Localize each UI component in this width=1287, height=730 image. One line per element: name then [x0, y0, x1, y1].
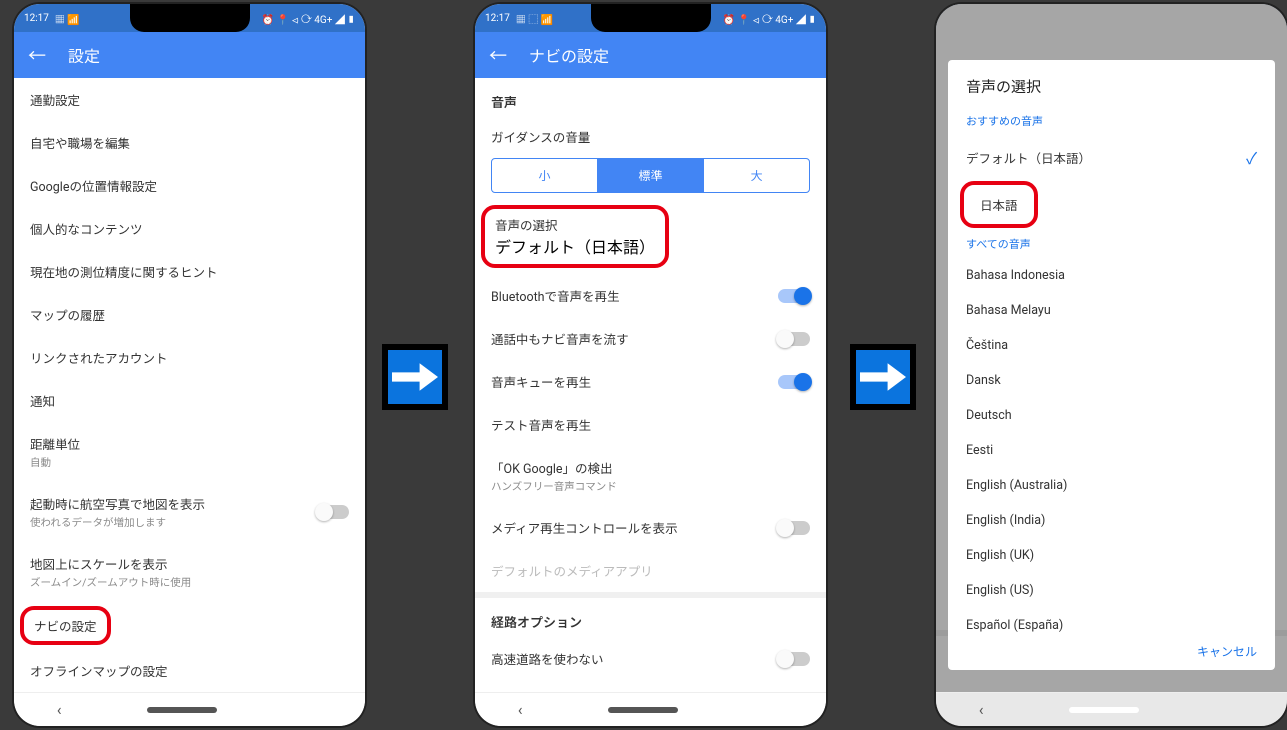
row-navi-settings[interactable]: ナビの設定 [34, 616, 97, 635]
nav-back-icon[interactable]: ‹ [57, 700, 62, 719]
nav-home-pill[interactable] [1069, 707, 1139, 713]
section-recommended: おすすめの音声 [948, 107, 1275, 135]
status-icons-left: ▦ ⬚ 📶 [516, 11, 553, 26]
status-time: 12:17 [485, 13, 510, 24]
toggle-bluetooth[interactable] [778, 289, 810, 303]
volume-segmented: 小 標準 大 [491, 158, 810, 193]
row-avoid-highways[interactable]: 高速道路を使わない [475, 637, 826, 680]
back-button[interactable]: ← [489, 42, 507, 68]
section-audio: 音声 [475, 78, 826, 117]
voice-japanese[interactable]: 日本語 [974, 191, 1024, 218]
toggle-highways[interactable] [778, 652, 810, 666]
guidance-volume-label: ガイダンスの音量 [475, 117, 826, 152]
status-icons-right: ⏰ 📍 ⏿ ⟳ 4G+ ◢ ▮ [723, 11, 816, 26]
modal-backdrop[interactable]: 音声の選択 おすすめの音声 デフォルト（日本語） ✓ 日本語 すべての音声 Ba… [936, 4, 1287, 726]
voice-item[interactable]: Dansk [948, 363, 1275, 398]
row-location-accuracy[interactable]: 現在地の測位精度に関するヒント [14, 250, 365, 293]
system-nav: ‹ [936, 692, 1287, 726]
section-route: 経路オプション [475, 598, 826, 637]
voice-list[interactable]: おすすめの音声 デフォルト（日本語） ✓ 日本語 すべての音声 Bahasa I… [948, 107, 1275, 633]
seg-standard[interactable]: 標準 [597, 159, 703, 192]
status-icons-left: ▦ 📶 [55, 11, 80, 26]
notch [130, 4, 250, 32]
back-button[interactable]: ← [28, 42, 46, 68]
app-bar: ← 設定 [14, 32, 365, 78]
notch [591, 4, 711, 32]
status-icons-right: ⏰ 📍 ⏿ ⟳ 4G+ ◢ ▮ [262, 11, 355, 26]
check-icon: ✓ [1246, 145, 1257, 169]
row-commute[interactable]: 通勤設定 [14, 78, 365, 121]
voice-item[interactable]: Español (España) [948, 608, 1275, 633]
highlight-voice-select: 音声の選択 デフォルト（日本語） [481, 205, 669, 268]
row-google-location[interactable]: Googleの位置情報設定 [14, 164, 365, 207]
status-time: 12:17 [24, 13, 49, 24]
row-audio-during-call[interactable]: 通話中もナビ音声を流す [475, 317, 826, 360]
status-bar: 12:17 ▦ 📶 ⏰ 📍 ⏿ ⟳ 4G+ ◢ ▮ [14, 4, 365, 32]
cancel-button[interactable]: キャンセル [1197, 645, 1257, 659]
voice-item[interactable]: Čeština [948, 328, 1275, 363]
nav-back-icon[interactable]: ‹ [518, 700, 523, 719]
voice-item[interactable]: English (US) [948, 573, 1275, 608]
phone-navi-settings: 12:17 ▦ ⬚ 📶 ⏰ 📍 ⏿ ⟳ 4G+ ◢ ▮ ← ナビの設定 音声 ガ… [475, 4, 826, 726]
app-bar: ← ナビの設定 [475, 32, 826, 78]
row-default-media-app: デフォルトのメディアアプリ [475, 549, 826, 592]
voice-item[interactable]: Deutsch [948, 398, 1275, 433]
appbar-title: ナビの設定 [529, 43, 609, 67]
voice-item[interactable]: English (Australia) [948, 468, 1275, 503]
arrow-step-2 [850, 344, 916, 410]
row-audio-cue[interactable]: 音声キューを再生 [475, 360, 826, 403]
voice-select-dialog: 音声の選択 おすすめの音声 デフォルト（日本語） ✓ 日本語 すべての音声 Ba… [948, 60, 1275, 670]
row-bluetooth-audio[interactable]: Bluetoothで音声を再生 [475, 274, 826, 317]
highlight-japanese: 日本語 [960, 181, 1038, 228]
navi-settings-list[interactable]: 音声 ガイダンスの音量 小 標準 大 音声の選択 デフォルト（日本語） Blue… [475, 78, 826, 692]
row-ok-google[interactable]: 「OK Google」の検出ハンズフリー音声コマンド [475, 446, 826, 506]
voice-item[interactable]: English (India) [948, 503, 1275, 538]
status-bar: 12:17 ▦ ⬚ 📶 ⏰ 📍 ⏿ ⟳ 4G+ ◢ ▮ [475, 4, 826, 32]
phone-settings: 12:17 ▦ 📶 ⏰ 📍 ⏿ ⟳ 4G+ ◢ ▮ ← 設定 通勤設定 自宅や職… [14, 4, 365, 726]
row-edit-home-work[interactable]: 自宅や職場を編集 [14, 121, 365, 164]
settings-list[interactable]: 通勤設定 自宅や職場を編集 Googleの位置情報設定 個人的なコンテンツ 現在… [14, 78, 365, 692]
dialog-title: 音声の選択 [948, 60, 1275, 107]
appbar-title: 設定 [68, 43, 100, 67]
row-media-controls[interactable]: メディア再生コントロールを表示 [475, 506, 826, 549]
row-avoid-tolls[interactable]: 有料道路を使わない [475, 680, 826, 692]
arrow-step-1 [382, 344, 448, 410]
toggle-media-controls[interactable] [778, 521, 810, 535]
nav-home-pill[interactable] [147, 707, 217, 713]
voice-select-label[interactable]: 音声の選択 [495, 215, 558, 234]
toggle-audio-cue[interactable] [778, 375, 810, 389]
voice-item[interactable]: English (UK) [948, 538, 1275, 573]
toggle-call-audio[interactable] [778, 332, 810, 346]
row-notifications[interactable]: 通知 [14, 379, 365, 422]
row-scale-on-map[interactable]: 地図上にスケールを表示ズームイン/ズームアウト時に使用 [14, 542, 365, 602]
phone-voice-select: 12:17 ▦ ⬚ 📶 ⏰ 📍 ⏿ ⟳ 4G+ ◢ ▮ 音 ガ 経 高 地図の表… [936, 4, 1287, 726]
section-all-voices: すべての音声 [948, 230, 1275, 258]
system-nav: ‹ [475, 692, 826, 726]
row-linked-accounts[interactable]: リンクされたアカウント [14, 336, 365, 379]
toggle-satellite[interactable] [317, 505, 349, 519]
highlight-navi-settings: ナビの設定 [20, 606, 111, 645]
row-distance-unit[interactable]: 距離単位自動 [14, 422, 365, 482]
dialog-footer: キャンセル [948, 633, 1275, 670]
seg-small[interactable]: 小 [492, 159, 597, 192]
row-satellite-startup[interactable]: 起動時に航空写真で地図を表示使われるデータが増加します [14, 482, 365, 542]
voice-item[interactable]: Bahasa Melayu [948, 293, 1275, 328]
row-test-audio[interactable]: テスト音声を再生 [475, 403, 826, 446]
system-nav: ‹ [14, 692, 365, 726]
seg-large[interactable]: 大 [703, 159, 809, 192]
nav-back-icon[interactable]: ‹ [979, 700, 984, 719]
row-offline-maps[interactable]: オフラインマップの設定 [14, 649, 365, 692]
row-personal-content[interactable]: 個人的なコンテンツ [14, 207, 365, 250]
voice-item[interactable]: Bahasa Indonesia [948, 258, 1275, 293]
voice-item[interactable]: Eesti [948, 433, 1275, 468]
voice-select-sub: デフォルト（日本語） [495, 234, 655, 258]
nav-home-pill[interactable] [608, 707, 678, 713]
voice-default-jp[interactable]: デフォルト（日本語） ✓ [948, 135, 1275, 179]
row-maps-history[interactable]: マップの履歴 [14, 293, 365, 336]
